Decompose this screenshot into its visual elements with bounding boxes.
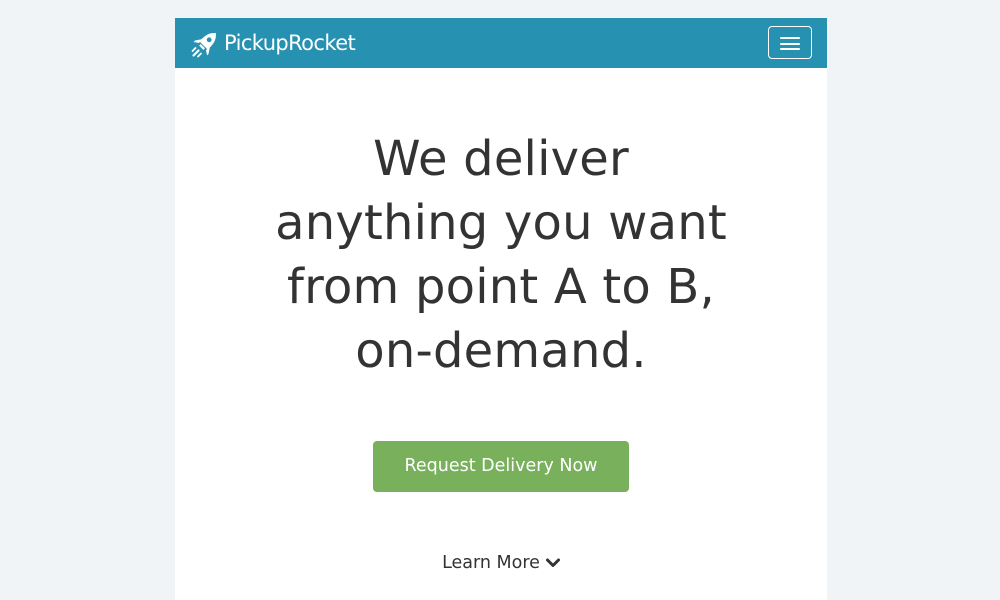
learn-more-link[interactable]: Learn More: [401, 550, 601, 576]
hamburger-menu-icon: [780, 37, 800, 50]
brand-link[interactable]: PickupRocket: [191, 28, 356, 58]
navbar: PickupRocket: [175, 18, 827, 68]
request-delivery-button[interactable]: Request Delivery Now: [373, 441, 629, 492]
page-container: PickupRocket We deliver anything you wan…: [175, 18, 827, 600]
brand-name: PickupRocket: [224, 31, 356, 55]
headline-line-2: anything you want: [275, 195, 727, 251]
headline-line-4: on-demand.: [355, 323, 647, 379]
hero-headline: We deliver anything you want from point …: [175, 127, 827, 383]
headline-line-3: from point A to B,: [287, 259, 715, 315]
headline-line-1: We deliver: [373, 131, 629, 187]
chevron-down-icon: [545, 558, 560, 567]
rocket-icon: [191, 33, 216, 58]
learn-more-label: Learn More: [442, 553, 540, 573]
menu-toggle-button[interactable]: [768, 26, 812, 59]
